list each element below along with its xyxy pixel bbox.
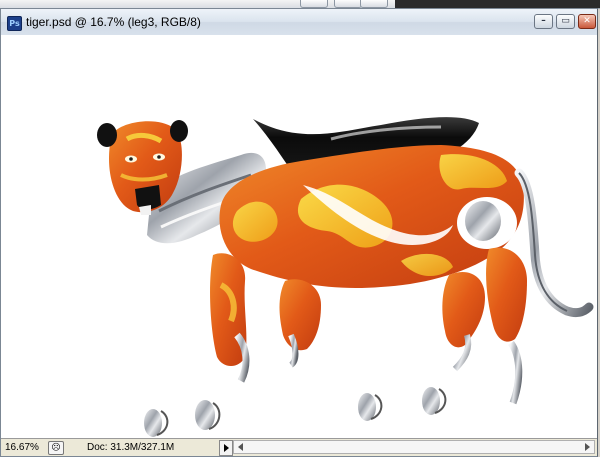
paw [144, 409, 169, 437]
scroll-right-icon[interactable] [585, 443, 590, 451]
document-titlebar[interactable]: Ps tiger.psd @ 16.7% (leg3, RGB/8) – ▭ ✕ [1, 9, 597, 36]
shoulder-chrome [465, 201, 501, 241]
dark-panel-edge [395, 0, 600, 8]
zoom-level-field[interactable]: 16.67% [5, 441, 43, 454]
leg-rear-left [442, 271, 485, 348]
tail [514, 168, 594, 318]
maximize-button[interactable]: ▭ [556, 14, 575, 29]
leg-front-right [279, 279, 321, 351]
minimize-button[interactable]: – [534, 14, 553, 29]
frame-tab-stub [360, 0, 388, 8]
close-button[interactable]: ✕ [578, 14, 596, 29]
document-window: Ps tiger.psd @ 16.7% (leg3, RGB/8) – ▭ ✕ [0, 8, 598, 457]
scroll-left-icon[interactable] [238, 443, 243, 451]
ear-left [97, 123, 117, 147]
paw [195, 400, 221, 430]
info-icon[interactable]: ☹ [48, 441, 64, 455]
frame-tab-stub [300, 0, 328, 8]
status-bar: 16.67% ☹ Doc: 31.3M/327.1M [1, 438, 597, 456]
paw [422, 387, 447, 415]
photoshop-icon: Ps [7, 16, 22, 31]
horizontal-scrollbar[interactable] [233, 440, 595, 454]
tiger-render [97, 117, 594, 437]
leg-rear-right [486, 247, 527, 342]
frame-tab-stub [334, 0, 362, 8]
paw [358, 393, 383, 421]
ear-right [170, 120, 188, 142]
document-canvas[interactable] [1, 35, 597, 438]
document-size-info: Doc: 31.3M/327.1M [87, 442, 175, 453]
status-menu-arrow-icon[interactable] [219, 440, 233, 456]
document-title: tiger.psd @ 16.7% (leg3, RGB/8) [26, 15, 201, 29]
